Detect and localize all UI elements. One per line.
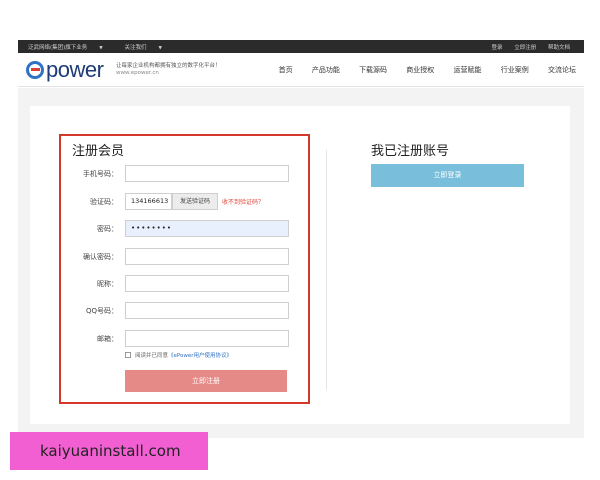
agreement-checkbox[interactable] <box>125 352 131 358</box>
register-title: 注册会员 <box>72 144 125 159</box>
code-input[interactable]: 134166613 <box>125 193 172 210</box>
chevron-down-icon: ▼ <box>99 46 103 51</box>
watermark: kaiyuaninstall.com <box>10 432 208 470</box>
slogan: 让每家企业机构都拥有独立的数字化平台！ <box>116 63 221 69</box>
main-nav: 首页 产品功能 下载源码 商业授权 运营赋能 行业案例 交流论坛 <box>262 65 576 75</box>
phone-input[interactable] <box>125 165 289 182</box>
site-header: power 让每家企业机构都拥有独立的数字化平台！ www.epower.cn … <box>18 53 584 87</box>
chevron-down-icon: ▼ <box>158 46 162 51</box>
email-label: 邮箱： <box>97 335 118 343</box>
site-url: www.epower.cn <box>116 70 159 76</box>
nickname-label: 昵称： <box>97 280 118 288</box>
phone-label: 手机号码： <box>83 170 118 178</box>
no-code-link[interactable]: 收不到验证码？ <box>222 197 264 206</box>
send-code-button[interactable]: 发送验证码 <box>172 193 218 210</box>
register-button[interactable]: 立即注册 <box>125 370 287 392</box>
nav-cases[interactable]: 行业案例 <box>501 66 529 74</box>
nav-features[interactable]: 产品功能 <box>312 66 340 74</box>
follow-us-label: 关注我们 <box>124 45 147 51</box>
password-label: 密码： <box>97 225 118 233</box>
qq-label: QQ号码： <box>85 307 118 315</box>
follow-us-menu[interactable]: 关注我们 ▼ <box>125 45 172 51</box>
login-button[interactable]: 立即登录 <box>371 164 524 187</box>
logo-e-icon <box>26 61 44 79</box>
page: 泛武网络(集团)旗下业务 ▼ 关注我们 ▼ 登录 立即注册 帮助文档 power 让… <box>0 0 600 480</box>
password-input[interactable]: •••••••• <box>125 220 289 237</box>
confirm-password-input[interactable] <box>125 248 289 265</box>
nickname-input[interactable] <box>125 275 289 292</box>
epower-logo[interactable]: power <box>26 57 114 83</box>
top-bar: 泛武网络(集团)旗下业务 ▼ 关注我们 ▼ 登录 立即注册 帮助文档 <box>18 40 584 53</box>
help-docs-link[interactable]: 帮助文档 <box>548 45 570 51</box>
nav-forum[interactable]: 交流论坛 <box>548 66 576 74</box>
login-title: 我已注册账号 <box>371 144 450 159</box>
nav-home[interactable]: 首页 <box>279 66 293 74</box>
group-business-label: 泛武网络(集团)旗下业务 <box>28 45 88 51</box>
logo-text: power <box>46 57 104 82</box>
qq-input[interactable] <box>125 302 289 319</box>
group-business-menu[interactable]: 泛武网络(集团)旗下业务 ▼ <box>28 45 113 51</box>
confirm-password-label: 确认密码： <box>83 253 118 261</box>
agreement-text: 阅读并已同意 <box>135 353 169 359</box>
nav-license[interactable]: 商业授权 <box>406 66 434 74</box>
nav-download[interactable]: 下载源码 <box>359 66 387 74</box>
column-divider <box>326 150 327 390</box>
email-input[interactable] <box>125 330 289 347</box>
top-register-link[interactable]: 立即注册 <box>514 45 536 51</box>
code-label: 验证码： <box>90 198 118 206</box>
top-login-link[interactable]: 登录 <box>491 45 502 51</box>
nav-operation[interactable]: 运营赋能 <box>454 66 482 74</box>
agreement-row: 阅读并已同意《ePower用户使用协议》 <box>125 351 232 359</box>
agreement-link[interactable]: 《ePower用户使用协议》 <box>168 353 232 359</box>
